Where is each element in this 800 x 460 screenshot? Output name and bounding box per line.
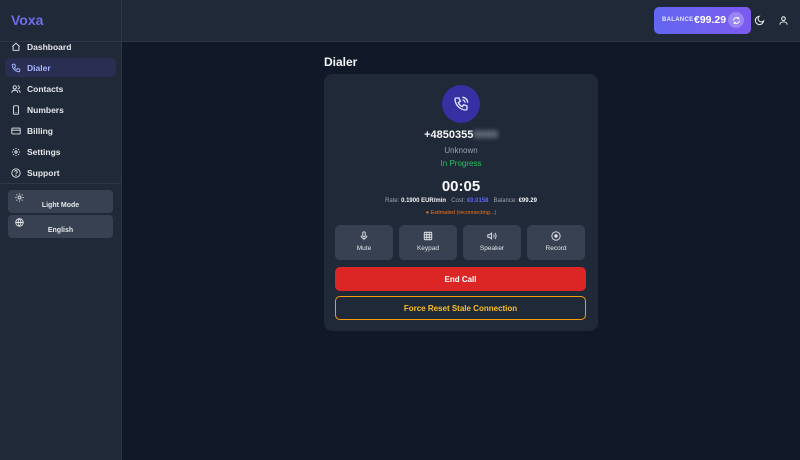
phone-number-redacted: 0000 <box>473 129 498 141</box>
record-icon <box>551 231 561 241</box>
language-button[interactable]: English <box>8 215 113 238</box>
speaker-label: Speaker <box>479 245 505 252</box>
refresh-balance-button[interactable] <box>728 12 744 28</box>
call-timer: 00:05 <box>441 178 481 195</box>
dialer-card: +48503550000 Unknown In Progress 00:05 R… <box>324 74 598 331</box>
cost-value: €0.0158 <box>466 198 489 204</box>
sidebar-item-billing[interactable]: Billing <box>5 121 116 140</box>
smartphone-icon <box>13 104 19 115</box>
page-title: Dialer <box>324 55 358 69</box>
keypad-button[interactable]: Keypad <box>399 225 457 260</box>
sidebar-item-label: Contacts <box>27 83 64 94</box>
record-label: Record <box>545 245 567 252</box>
speaker-button[interactable]: Speaker <box>463 225 521 260</box>
refresh-icon <box>732 16 740 24</box>
sidebar-item-settings[interactable]: Settings <box>5 142 116 161</box>
language-label: English <box>47 227 74 234</box>
balance-badge[interactable]: BALANCE €99.29 <box>654 7 751 34</box>
call-status: In Progress <box>440 159 482 168</box>
estimate-note: ● Estimated (reconnecting...) <box>425 210 497 216</box>
sidebar-item-numbers[interactable]: Numbers <box>5 100 116 119</box>
rate-value: 0.1900 EUR/min <box>401 198 447 204</box>
speaker-icon <box>487 232 497 240</box>
moon-icon[interactable] <box>754 15 765 26</box>
sidebar-item-label: Support <box>27 167 60 178</box>
sidebar-item-support[interactable]: Support <box>5 163 116 182</box>
sidebar-item-label: Settings <box>27 146 61 157</box>
sidebar-item-label: Numbers <box>27 104 64 115</box>
gear-icon <box>11 147 21 156</box>
globe-icon <box>15 218 24 227</box>
call-avatar <box>442 85 480 123</box>
phone-number-visible: +4850355 <box>424 129 474 141</box>
balance-label: BALANCE <box>662 17 694 23</box>
caller-name: Unknown <box>444 146 478 155</box>
keypad-icon <box>423 231 433 241</box>
microphone-icon <box>360 231 368 241</box>
record-button[interactable]: Record <box>527 225 585 260</box>
force-reset-button[interactable]: Force Reset Stale Connection <box>335 296 586 320</box>
phone-call-icon <box>454 96 469 111</box>
user-icon[interactable] <box>778 15 789 26</box>
theme-toggle-button[interactable]: Light Mode <box>8 190 113 213</box>
cost-label: Cost: <box>451 198 466 204</box>
mute-label: Mute <box>356 245 372 252</box>
balance-value: €99.29 <box>518 198 537 204</box>
app-logo[interactable]: Voxa <box>11 12 43 28</box>
sun-icon <box>15 193 24 202</box>
sidebar-item-label: Dashboard <box>27 41 72 52</box>
divider <box>0 183 122 184</box>
credit-card-icon <box>11 127 21 134</box>
keypad-label: Keypad <box>416 245 440 252</box>
phone-icon <box>11 63 21 72</box>
end-call-button[interactable]: End Call <box>335 267 586 291</box>
balance-label: Balance: <box>493 198 517 204</box>
sidebar-item-label: Dialer <box>27 62 51 73</box>
theme-toggle-label: Light Mode <box>41 202 80 209</box>
top-header: BALANCE €99.29 <box>122 0 800 42</box>
sidebar-item-label: Billing <box>27 125 53 136</box>
balance-value: €99.29 <box>694 14 727 26</box>
sidebar-item-dashboard[interactable]: Dashboard <box>5 37 116 56</box>
sidebar-nav: Dashboard Dialer Contacts Numbers Billin… <box>5 37 116 184</box>
call-rates: Rate: 0.1900 EUR/min Cost: €0.0158 Balan… <box>324 198 598 204</box>
sidebar: Voxa Dashboard Dialer Contacts Numbers B… <box>0 0 122 460</box>
help-circle-icon <box>11 167 21 178</box>
sidebar-item-dialer[interactable]: Dialer <box>5 58 116 77</box>
home-icon <box>11 42 21 51</box>
mute-button[interactable]: Mute <box>335 225 393 260</box>
sidebar-item-contacts[interactable]: Contacts <box>5 79 116 98</box>
users-icon <box>11 84 21 93</box>
phone-number: +48503550000 <box>324 129 598 141</box>
rate-label: Rate: <box>385 198 400 204</box>
